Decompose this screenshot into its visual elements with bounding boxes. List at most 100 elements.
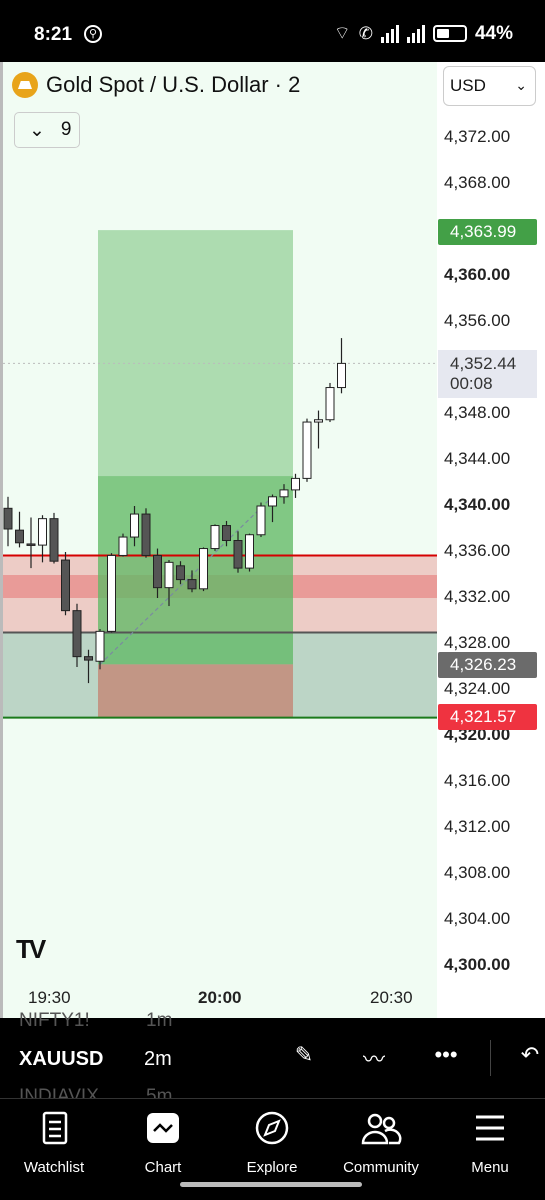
nav-chart[interactable]: Chart [113,1109,213,1176]
timeframe-above[interactable]: 1m [146,1010,172,1032]
profit-zone-filled [98,476,293,665]
battery-icon [432,25,467,42]
candle-body [199,548,208,590]
candle-body [176,565,185,581]
drawing-tools-icon[interactable]: 〰 [358,1042,390,1074]
divider [490,1040,491,1076]
nav-label: Community [343,1159,419,1176]
nav-explore[interactable]: Explore [222,1109,322,1176]
price-tick-label: 4,372.00 [444,127,511,146]
candle-body [15,529,24,544]
chevron-down-icon: ⌄ [515,77,527,93]
price-tick-label: 4,308.00 [444,863,511,882]
candle-body [84,656,93,661]
candle-body [130,513,139,538]
nav-menu[interactable]: Menu [440,1109,540,1176]
candle-body [49,518,59,562]
chart-left-border [0,62,3,1018]
call-icon: ✆ [358,23,373,43]
chart-title: Gold Spot / U.S. Dollar · 2 [46,72,301,97]
timeframe[interactable]: 2m [144,1048,172,1071]
watchlist-icon [42,1111,68,1145]
symbol-strip[interactable]: NIFTY1! 1m XAUUSD 2m INDIAVIX 5m ✎ 〰 •••… [0,1010,545,1107]
status-time: 8:21 [34,24,73,45]
chart-title-row[interactable]: Gold Spot / U.S. Dollar · 2 [12,72,300,98]
nav-watchlist[interactable]: Watchlist [4,1109,104,1176]
candle-body [141,513,151,556]
nav-label: Chart [144,1159,182,1176]
price-tick-label: 4,348.00 [444,403,511,422]
candle-body [291,477,300,491]
status-icons: ⌔ ✆ 44% [334,22,513,45]
price-tick-label: 4,336.00 [444,541,511,560]
wifi-icon: ⌔ [333,23,351,43]
current-price-badge: 4,352.44 00:08 [438,350,537,398]
candle-body [38,518,47,546]
entry-price-badge: 4,326.23 [438,652,537,678]
candle-body [210,525,220,550]
currency-value: USD [450,76,486,95]
candle-body [245,534,254,569]
candle-body [337,362,346,389]
price-tick-label: 4,328.00 [444,633,511,652]
current-price: 4,352.44 [450,354,517,373]
symbol-name[interactable]: XAUUSD [19,1048,103,1071]
signal-icon [380,24,399,43]
candle-body [153,554,162,589]
candle-body [61,559,70,612]
candle-body [279,489,289,498]
price-tick-label: 4,340.00 [444,495,511,514]
candle-body [118,536,128,556]
candle-body [314,419,323,423]
time-label: 20:00 [198,988,242,1007]
chevron-down-icon: ⌄ [29,120,45,141]
time-label: 19:30 [28,988,71,1007]
price-tick-label: 4,356.00 [444,311,511,330]
candle-body [256,505,266,536]
loss-zone [98,664,293,718]
compass-icon [255,1111,289,1145]
activity-icon: ⚲ [84,25,102,43]
symbol-above[interactable]: NIFTY1! [19,1010,90,1032]
price-tick-label: 4,368.00 [444,173,511,192]
candle-body [187,579,197,590]
battery-level: 44% [474,22,513,44]
candle-body [325,387,335,421]
community-icon [361,1113,402,1145]
candle-body [72,610,82,658]
target-price-badge: 4,363.99 [438,219,537,245]
status-bar: 8:21 ⚲ ⌔ ✆ 44% [0,0,545,62]
undo-icon[interactable]: ↶ [514,1042,545,1074]
chart-icon [147,1113,179,1143]
signal-icon-2 [406,24,425,43]
menu-icon [476,1115,504,1141]
candle-body [302,421,312,479]
price-tick-label: 4,360.00 [444,265,511,284]
indicator-count: 9 [60,119,72,140]
more-icon[interactable]: ••• [430,1042,462,1074]
indicators-toggle[interactable]: ⌄ 9 [14,112,80,148]
candle-body [164,561,174,589]
price-tick-label: 4,316.00 [444,771,511,790]
nav-label: Explore [246,1159,298,1176]
nav-community[interactable]: Community [331,1109,431,1176]
bar-countdown: 00:08 [450,374,493,393]
candle-body [233,540,243,569]
home-indicator [180,1182,362,1187]
price-tick-label: 4,324.00 [444,679,511,698]
nav-label: Watchlist [23,1159,85,1176]
candle-body [107,554,116,632]
candle-body [268,496,277,507]
price-tick-label: 4,300.00 [444,955,511,974]
price-tick-label: 4,344.00 [444,449,511,468]
gold-icon [12,72,38,98]
price-tick-label: 4,312.00 [444,817,511,836]
candle-body [95,630,105,662]
candle-body [3,507,13,530]
price-tick-label: 4,332.00 [444,587,511,606]
chart-area[interactable]: Gold Spot / U.S. Dollar · 2 USD ⌄ ⌄ 9 4,… [0,62,545,1018]
tradingview-logo: TV [16,934,46,964]
pencil-icon[interactable]: ✎ [288,1042,320,1074]
currency-select[interactable]: USD ⌄ [443,66,536,106]
stop-price-badge: 4,321.57 [438,704,537,730]
